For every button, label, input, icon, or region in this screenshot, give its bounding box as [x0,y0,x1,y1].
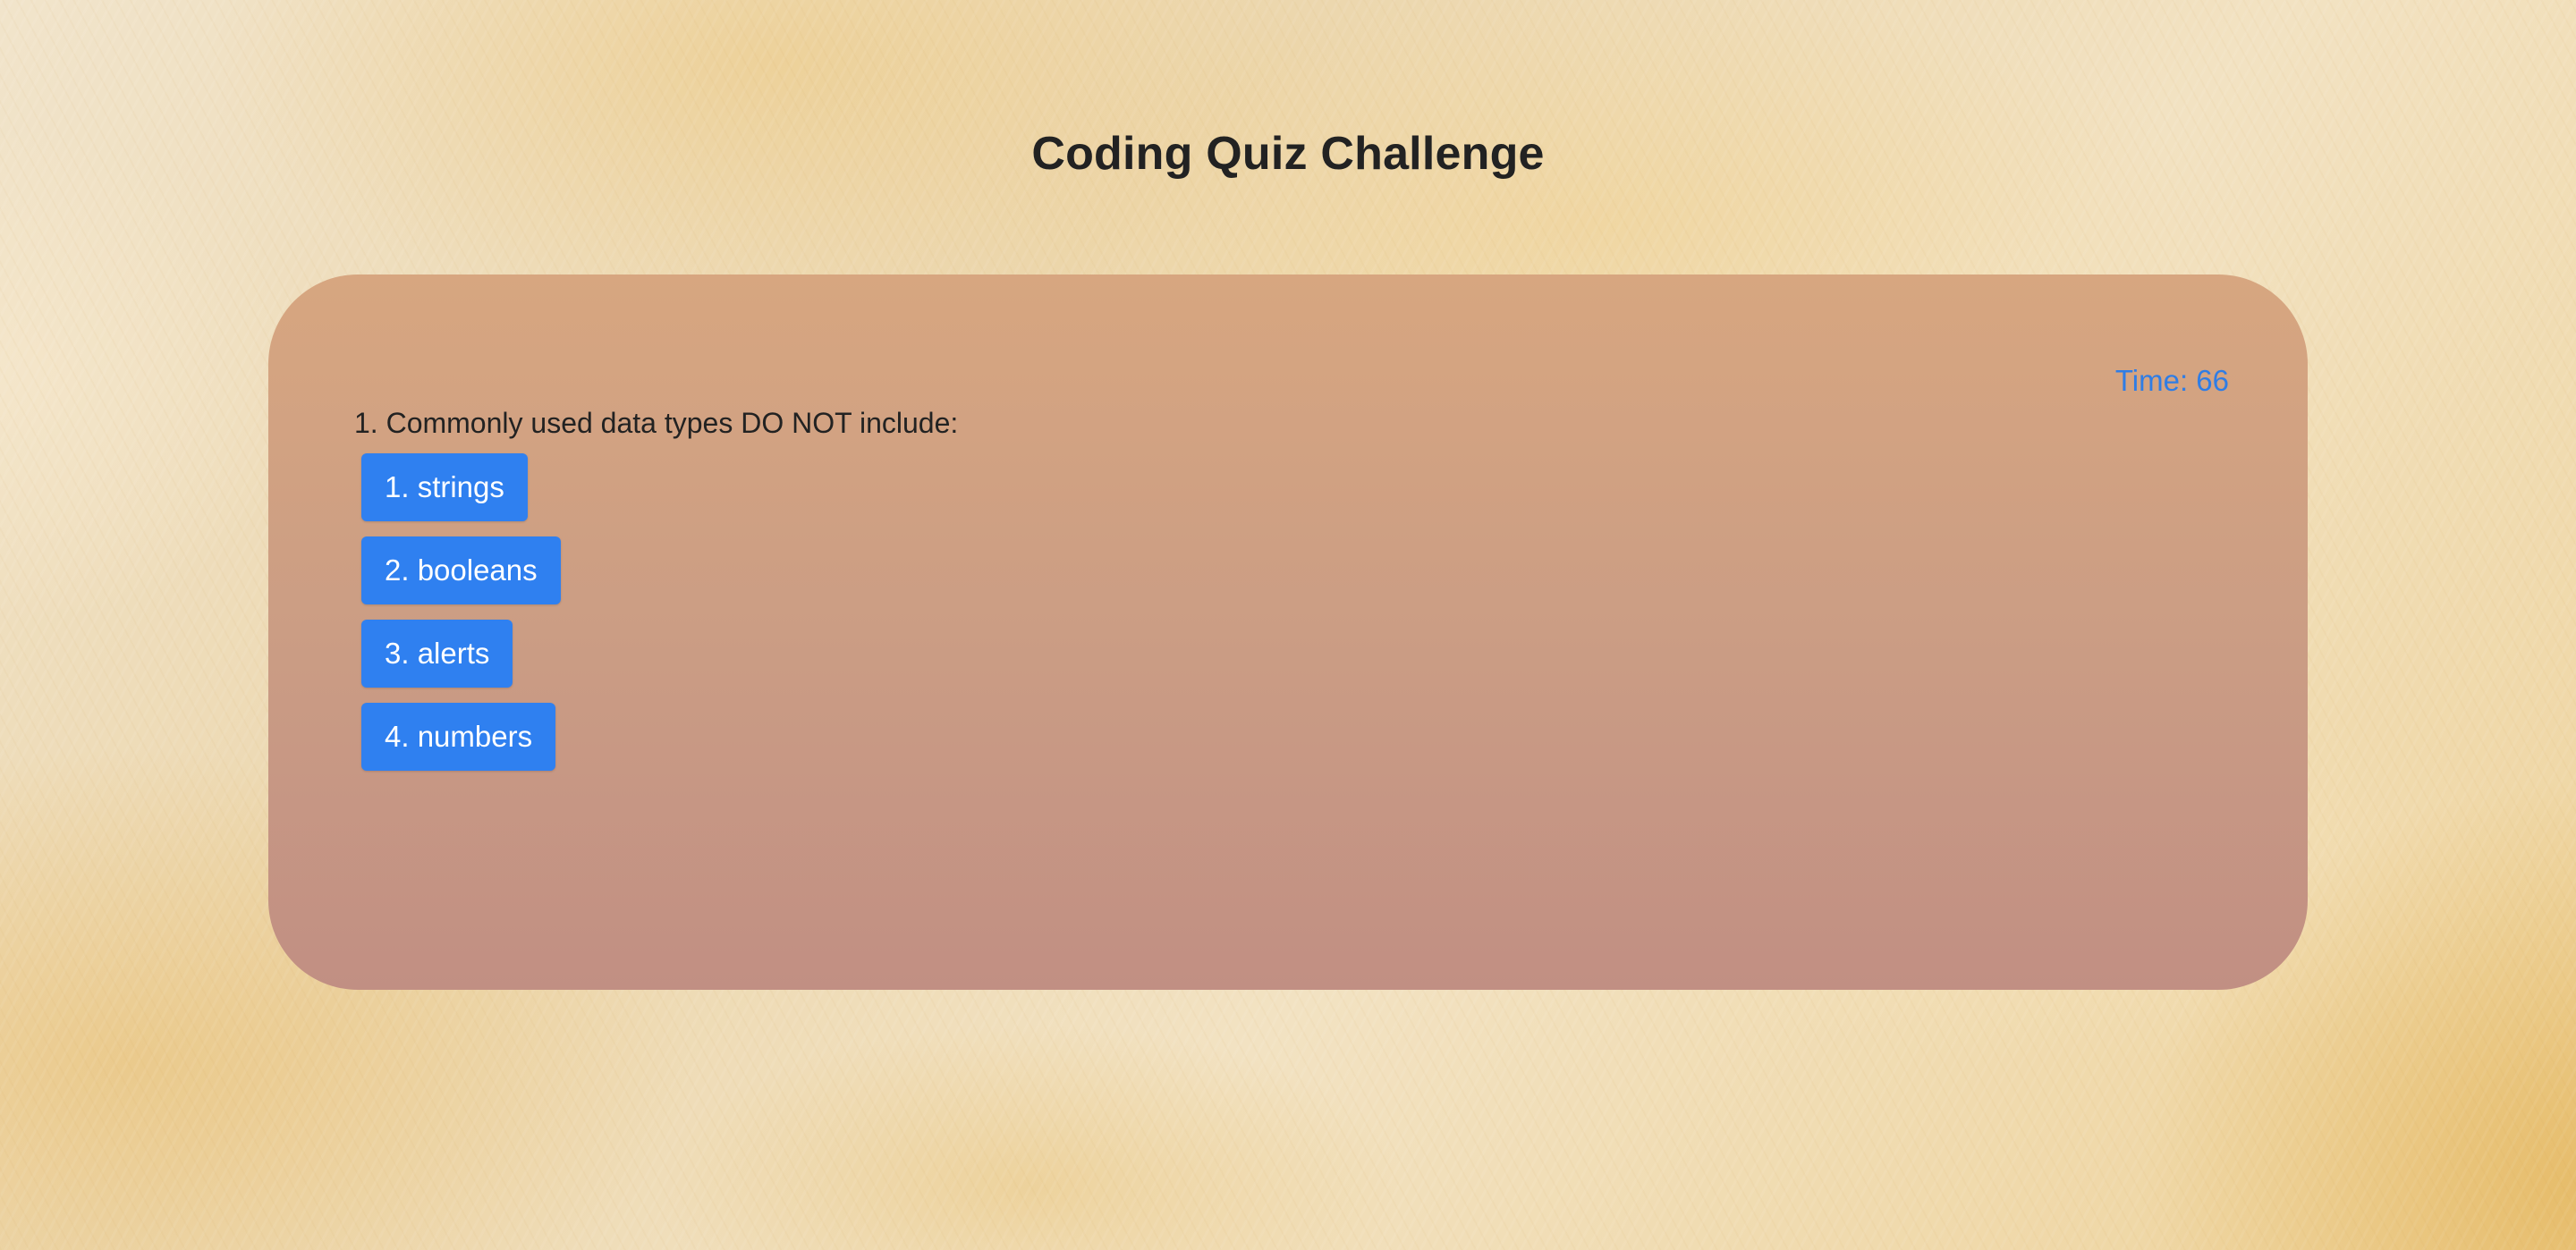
choice-list: 1. strings 2. booleans 3. alerts 4. numb… [361,453,561,771]
choice-button-1[interactable]: 1. strings [361,453,528,521]
page-title: Coding Quiz Challenge [1031,128,1545,180]
quiz-card: Time: 66 1. Commonly used data types DO … [268,274,2308,990]
choice-button-3[interactable]: 3. alerts [361,620,513,688]
choice-button-2[interactable]: 2. booleans [361,536,561,604]
choice-button-4[interactable]: 4. numbers [361,703,556,771]
question-text: 1. Commonly used data types DO NOT inclu… [354,407,959,439]
timer: Time: 66 [2114,364,2229,397]
